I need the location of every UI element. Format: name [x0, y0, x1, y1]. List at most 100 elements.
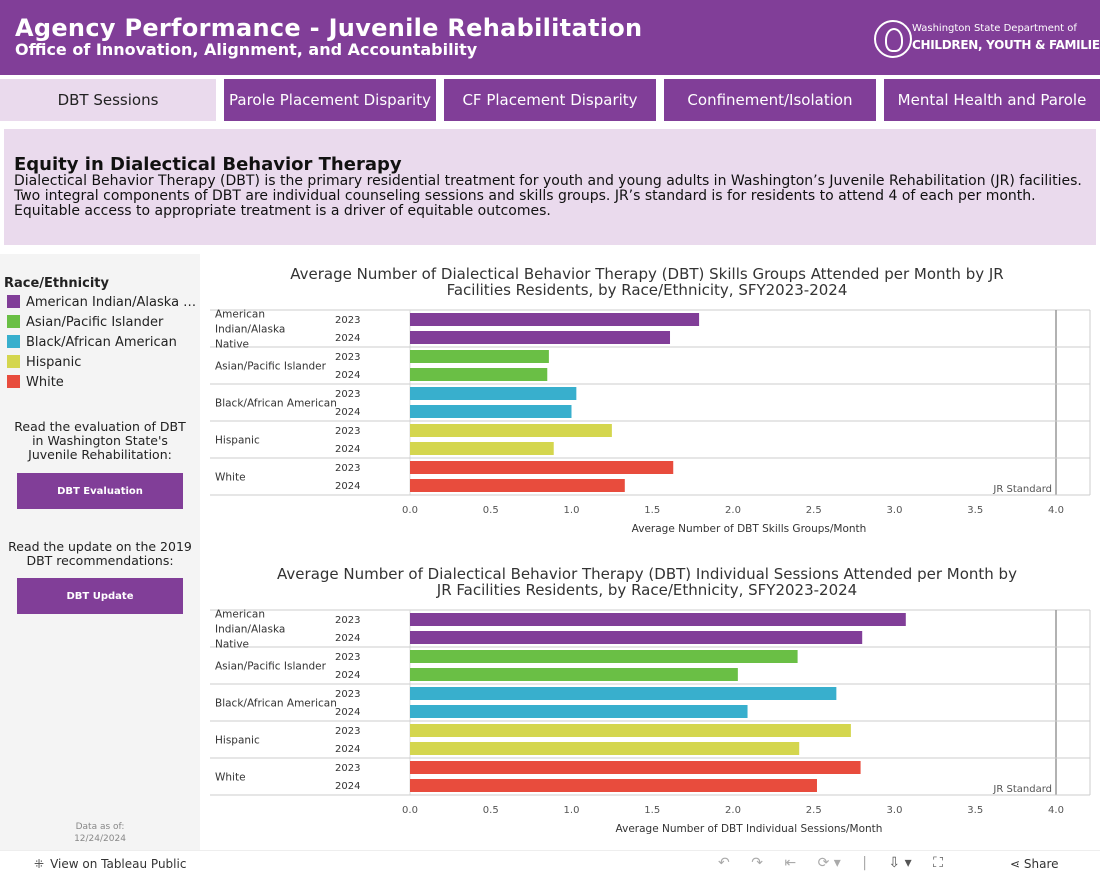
legend-swatch: [7, 355, 20, 368]
legend-item-black-african-american[interactable]: Black/African American: [7, 335, 197, 351]
view-on-tableau-link[interactable]: ⁜ View on Tableau Public: [34, 857, 186, 871]
legend-label: American Indian/Alaska Native: [26, 295, 197, 310]
x-tick-label: 3.0: [887, 505, 903, 516]
group-label: White: [215, 472, 246, 484]
fullscreen-icon[interactable]: ⛶: [933, 855, 943, 871]
bar: [410, 742, 800, 755]
year-label: 2024: [335, 744, 360, 755]
download-icon[interactable]: ⇩ ▾: [888, 855, 911, 871]
x-tick-label: 1.5: [644, 505, 660, 516]
group-label: Asian/Pacific Islander: [215, 361, 327, 373]
year-label: 2024: [335, 407, 360, 418]
tableau-toolbar: ⁜ View on Tableau Public ↶ ↷ ⇤ ⟳ ▾ | ⇩ ▾ …: [0, 850, 1100, 878]
x-tick-label: 3.5: [967, 805, 983, 816]
dashboard-header: Agency Performance - Juvenile Rehabilita…: [0, 0, 1100, 75]
data-as-of-label: Data as of:: [75, 822, 125, 832]
year-label: 2023: [335, 426, 360, 437]
dbt-update-button[interactable]: DBT Update: [17, 578, 183, 614]
tab-parole-placement-disparity[interactable]: Parole Placement Disparity: [224, 79, 436, 121]
legend-item-american-indian[interactable]: American Indian/Alaska Native: [7, 295, 197, 311]
bar: [410, 405, 572, 418]
bar: [410, 331, 671, 344]
bar: [410, 631, 863, 644]
chart-title-line: Facilities Residents, by Race/Ethnicity,…: [447, 281, 848, 299]
x-tick-label: 4.0: [1048, 805, 1064, 816]
year-label: 2023: [335, 726, 360, 737]
x-tick-label: 1.0: [564, 805, 580, 816]
dcyf-logo: Washington State Department of CHILDREN,…: [874, 20, 1100, 58]
logo-line-1: Washington State Department of: [912, 23, 1077, 34]
year-label: 2023: [335, 615, 360, 626]
x-tick-label: 3.5: [967, 505, 983, 516]
group-label: Hispanic: [215, 735, 260, 747]
x-tick-label: 2.5: [806, 505, 822, 516]
tab-mental-health-parole[interactable]: Mental Health and Parole: [884, 79, 1100, 121]
intro-heading: Equity in Dialectical Behavior Therapy: [14, 154, 402, 175]
year-label: 2023: [335, 463, 360, 474]
bar: [410, 350, 549, 363]
tab-confinement-isolation[interactable]: Confinement/Isolation: [664, 79, 876, 121]
toolbar-icons: ↶ ↷ ⇤ ⟳ ▾ | ⇩ ▾ ⛶: [718, 855, 960, 871]
bar: [410, 779, 817, 792]
bar: [410, 424, 612, 437]
bar: [410, 613, 906, 626]
tab-cf-placement-disparity[interactable]: CF Placement Disparity: [444, 79, 656, 121]
refresh-icon[interactable]: ⟳ ▾: [818, 855, 841, 871]
year-label: 2024: [335, 670, 360, 681]
legend-label: White: [26, 375, 64, 390]
legend-swatch: [7, 375, 20, 388]
x-tick-label: 3.0: [887, 805, 903, 816]
dbt-evaluation-button[interactable]: DBT Evaluation: [17, 473, 183, 509]
year-label: 2023: [335, 315, 360, 326]
year-label: 2023: [335, 652, 360, 663]
group-label: Native: [215, 639, 249, 651]
bar: [410, 705, 748, 718]
legend-label: Asian/Pacific Islander: [26, 315, 164, 330]
bar: [410, 442, 554, 455]
share-icon: ⋖: [1010, 857, 1024, 871]
legend-title: Race/Ethnicity: [4, 276, 109, 291]
group-label: White: [215, 772, 246, 784]
legend-item-asian-pacific-islander[interactable]: Asian/Pacific Islander: [7, 315, 197, 331]
intro-body: Dialectical Behavior Therapy (DBT) is th…: [14, 173, 1082, 219]
year-label: 2024: [335, 444, 360, 455]
redo-icon[interactable]: ↷: [751, 855, 763, 871]
revert-icon[interactable]: ⇤: [784, 855, 796, 871]
x-tick-label: 0.5: [483, 805, 499, 816]
legend-swatch: [7, 295, 20, 308]
year-label: 2024: [335, 370, 360, 381]
share-button[interactable]: ⋖ Share: [1010, 857, 1059, 871]
x-axis-label: Average Number of DBT Skills Groups/Mont…: [632, 523, 867, 535]
page-title: Agency Performance - Juvenile Rehabilita…: [15, 14, 643, 42]
individual-sessions-chart: Average Number of Dialectical Behavior T…: [205, 558, 1100, 838]
tableau-icon: ⁜: [34, 857, 45, 871]
dcyf-logo-icon: [874, 20, 912, 58]
legend-item-white[interactable]: White: [7, 375, 197, 391]
skills-groups-chart: Average Number of Dialectical Behavior T…: [205, 258, 1100, 538]
year-label: 2023: [335, 352, 360, 363]
group-label: Black/African American: [215, 698, 337, 710]
x-tick-label: 0.0: [402, 805, 418, 816]
x-tick-label: 2.0: [725, 805, 741, 816]
x-tick-label: 2.0: [725, 505, 741, 516]
legend-label: Black/African American: [26, 335, 177, 350]
group-label: American: [215, 309, 265, 321]
logo-line-2: CHILDREN, YOUTH & FAMILIES: [912, 38, 1100, 52]
update-text: Read the update on the 2019 DBT recommen…: [8, 539, 192, 568]
evaluation-text: Read the evaluation of DBT in Washington…: [14, 419, 186, 462]
group-label: Hispanic: [215, 435, 260, 447]
x-tick-label: 1.5: [644, 805, 660, 816]
year-label: 2023: [335, 389, 360, 400]
skills-groups-chart-svg: Average Number of Dialectical Behavior T…: [210, 265, 1091, 535]
undo-icon[interactable]: ↶: [718, 855, 730, 871]
bar: [410, 387, 577, 400]
bar: [410, 761, 861, 774]
bar: [410, 479, 625, 492]
group-label: Native: [215, 339, 249, 351]
legend-item-hispanic[interactable]: Hispanic: [7, 355, 197, 371]
group-label: Asian/Pacific Islander: [215, 661, 327, 673]
tab-dbt-sessions[interactable]: DBT Sessions: [0, 79, 216, 121]
legend-swatch: [7, 315, 20, 328]
share-label: Share: [1023, 857, 1059, 871]
x-tick-label: 2.5: [806, 805, 822, 816]
